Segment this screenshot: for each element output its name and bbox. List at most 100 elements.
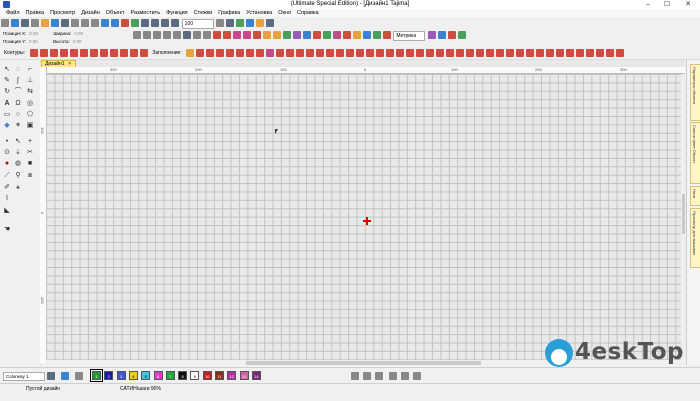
zoom-box-icon[interactable] [161,19,169,27]
fill-pattern-icon[interactable] [576,49,585,57]
fill-pattern-icon[interactable] [456,49,465,57]
select-arrow-icon[interactable]: ↖ [3,66,11,74]
stitch-type-icon[interactable] [332,31,341,39]
fill-pattern-icon[interactable] [326,49,335,57]
thread-chart-icon[interactable] [375,372,383,380]
paste-icon[interactable] [91,19,99,27]
add-stitch-icon[interactable]: + [26,138,34,146]
info-icon[interactable] [226,19,235,27]
pin-icon[interactable] [21,19,29,27]
stitch-player-icon[interactable] [121,19,129,27]
hoop-icon[interactable] [11,19,19,27]
ungroup-icon[interactable] [202,31,211,39]
stitch-type-icon[interactable] [272,31,281,39]
star-icon[interactable]: ✶ [14,122,22,130]
fill-pattern-icon[interactable] [206,49,215,57]
fill-pattern-icon[interactable] [566,49,575,57]
pen-icon[interactable]: ✐ [3,184,11,192]
width-field[interactable]: 0.00 [74,30,83,38]
color-swatch-14[interactable]: 14 [251,371,261,380]
steil-stitch-icon[interactable] [99,49,108,57]
color-swatch-7[interactable]: 7 [165,371,175,380]
stitch-type-icon[interactable] [458,31,467,39]
color-swatch-8[interactable]: 8 [178,371,188,380]
color-swatch-12[interactable]: 12 [227,371,237,380]
color-swatch-6[interactable]: 6 [153,371,163,380]
knife-icon[interactable]: ⊥ [26,77,34,85]
question-icon[interactable] [266,19,275,27]
align-left-icon[interactable] [132,31,141,39]
tshirt-icon[interactable] [61,372,69,380]
stitch-type-icon[interactable] [302,31,311,39]
fill-pattern-icon[interactable] [416,49,425,57]
menu-file[interactable]: Файл [0,9,23,17]
measure-icon[interactable] [246,19,255,27]
color-swatch-1[interactable]: 1 [90,369,103,382]
save-icon[interactable] [51,19,59,27]
menu-edit[interactable]: Правка [23,9,48,17]
freehand-icon[interactable]: ✎ [3,77,11,85]
fill-pattern-icon[interactable] [356,49,365,57]
fill-pattern-icon[interactable] [536,49,545,57]
color-swatch-4[interactable]: 4 [128,371,138,380]
needle-icon[interactable]: ⊙ [3,149,11,157]
tab-color-object-list[interactable]: Список Цвет Объект [690,122,700,184]
position-x-field[interactable]: 0.00 [29,30,38,38]
stitch-type-icon[interactable] [242,31,251,39]
zigzag-stitch-icon[interactable] [69,49,78,57]
rotate-icon[interactable] [172,31,181,39]
fill-pattern-icon[interactable] [556,49,565,57]
fill-pattern-icon[interactable] [226,49,235,57]
cross-stitch-icon[interactable] [139,49,148,57]
color-change-icon[interactable]: ◍ [14,160,22,168]
thread-chart-icon[interactable] [351,372,359,380]
fill-pattern-icon[interactable] [386,49,395,57]
spool-icon[interactable] [389,372,397,380]
align-center-icon[interactable] [142,31,151,39]
grid-icon[interactable] [131,19,139,27]
hand-pan-icon[interactable]: ☚ [3,226,11,234]
measure-tool-icon[interactable]: ⟋ [3,172,11,180]
scallop-stitch-icon[interactable] [129,49,138,57]
fill-pattern-icon[interactable] [426,49,435,57]
mirror-icon[interactable] [162,31,171,39]
magic-wand-icon[interactable]: ⚹ [14,184,22,192]
fill-pattern-icon[interactable] [316,49,325,57]
lock-icon[interactable] [182,31,191,39]
fill-pattern-icon[interactable] [286,49,295,57]
fill-pattern-icon[interactable] [486,49,495,57]
fill-pattern-icon[interactable] [596,49,605,57]
menu-help[interactable]: Справка [294,9,322,17]
bean-stitch-icon[interactable] [59,49,68,57]
fill-pattern-icon[interactable] [186,49,195,57]
color-swatch-3[interactable]: 3 [116,371,126,380]
node-edit-icon[interactable]: ⌐ [26,66,34,74]
reshape-icon[interactable]: ◌ [14,66,22,74]
settings-icon[interactable] [256,19,265,27]
minimize-button[interactable]: – [640,0,656,9]
color-swatch-11[interactable]: 11 [215,371,224,380]
tab-threads[interactable]: Нити [690,186,700,206]
monogram-icon[interactable]: Ω [14,100,22,108]
pan-icon[interactable] [171,19,179,27]
curve-stitch-icon[interactable] [119,49,128,57]
stitch-type-icon[interactable] [382,31,391,39]
units-select[interactable]: Метрика [393,31,426,41]
menu-view[interactable]: Просмотр [47,9,78,17]
fill-pattern-icon[interactable] [336,49,345,57]
copy-icon[interactable] [81,19,89,27]
new-file-icon[interactable] [31,19,39,27]
zoom-select[interactable]: 100 [181,19,214,29]
menu-object[interactable]: Объект [103,9,128,17]
fill-tool-icon[interactable]: ◆ [3,122,11,130]
tab-object-properties[interactable]: Параметры объекта [690,64,700,121]
position-y-field[interactable]: 0.00 [29,38,38,46]
fill-pattern-icon[interactable] [526,49,535,57]
stitch-type-icon[interactable] [252,31,261,39]
fill-pattern-icon[interactable] [586,49,595,57]
wave-stitch-icon[interactable] [109,49,118,57]
record-icon[interactable]: ● [3,160,11,168]
fill-pattern-icon[interactable] [466,49,475,57]
stitch-type-icon[interactable] [372,31,381,39]
stitch-type-icon[interactable] [322,31,331,39]
